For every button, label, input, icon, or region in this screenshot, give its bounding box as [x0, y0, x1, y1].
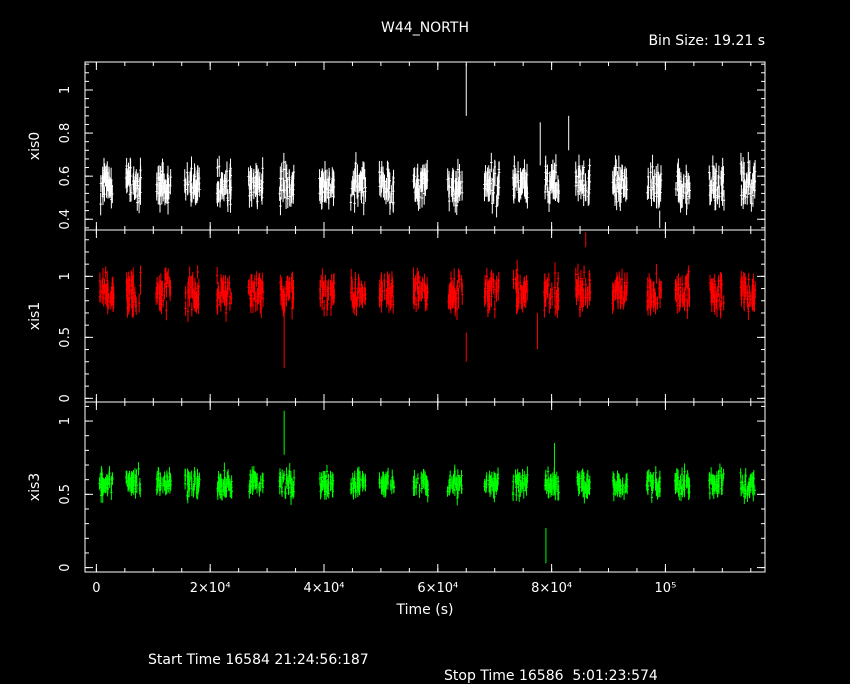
x-tick-label: 6×10⁴: [417, 581, 458, 596]
bin-size-label: Bin Size: 19.21 s: [648, 33, 765, 49]
chart-title: W44_NORTH: [381, 20, 469, 36]
y-tick-label-xis0: 0.6: [58, 166, 73, 187]
x-tick-label: 10⁵: [655, 581, 677, 596]
x-tick-label: 4×10⁴: [304, 581, 345, 596]
start-time-label: Start Time 16584 21:24:56:187: [148, 652, 369, 668]
light-curve-chart: W44_NORTH Bin Size: 19.21 s 0.4 0.6 0.8 1 xi…: [27, 20, 766, 618]
time-range-footer: Start Time 16584 21:24:56:187 Stop Time …: [0, 636, 850, 684]
y-tick-label-xis0: 0.4: [58, 209, 73, 230]
y-tick-label-xis1: 0.5: [58, 327, 73, 348]
y-tick-label-xis3: 0.5: [58, 484, 73, 505]
stop-time-label: Stop Time 16586 5:01:23:574: [444, 668, 658, 684]
y-axis-title-xis0: xis0: [27, 132, 43, 160]
y-tick-label-xis1: 0: [58, 394, 73, 402]
y-tick-label-xis0: 1: [58, 86, 73, 94]
y-tick-label-xis3: 1: [58, 417, 73, 425]
y-axis-title-xis3: xis3: [27, 473, 43, 501]
panel-frame-xis0: [84, 61, 766, 231]
y-tick-label-xis3: 0: [58, 563, 73, 571]
y-axis-title-xis1: xis1: [27, 302, 43, 330]
x-tick-label: 8×10⁴: [531, 581, 572, 596]
x-tick-label: 2×10⁴: [190, 581, 231, 596]
plot-area: 0.4 0.6 0.8 1 xis0 0 0.5 1 xis1 0 0.5 1 xis3 0 2×10⁴ 4×…: [27, 61, 766, 596]
y-tick-label-xis1: 1: [58, 272, 73, 280]
panel-frame-xis1: [84, 229, 766, 403]
x-axis-title: Time (s): [396, 602, 454, 618]
y-tick-label-xis0: 0.8: [58, 123, 73, 144]
x-tick-label: 0: [92, 581, 100, 596]
